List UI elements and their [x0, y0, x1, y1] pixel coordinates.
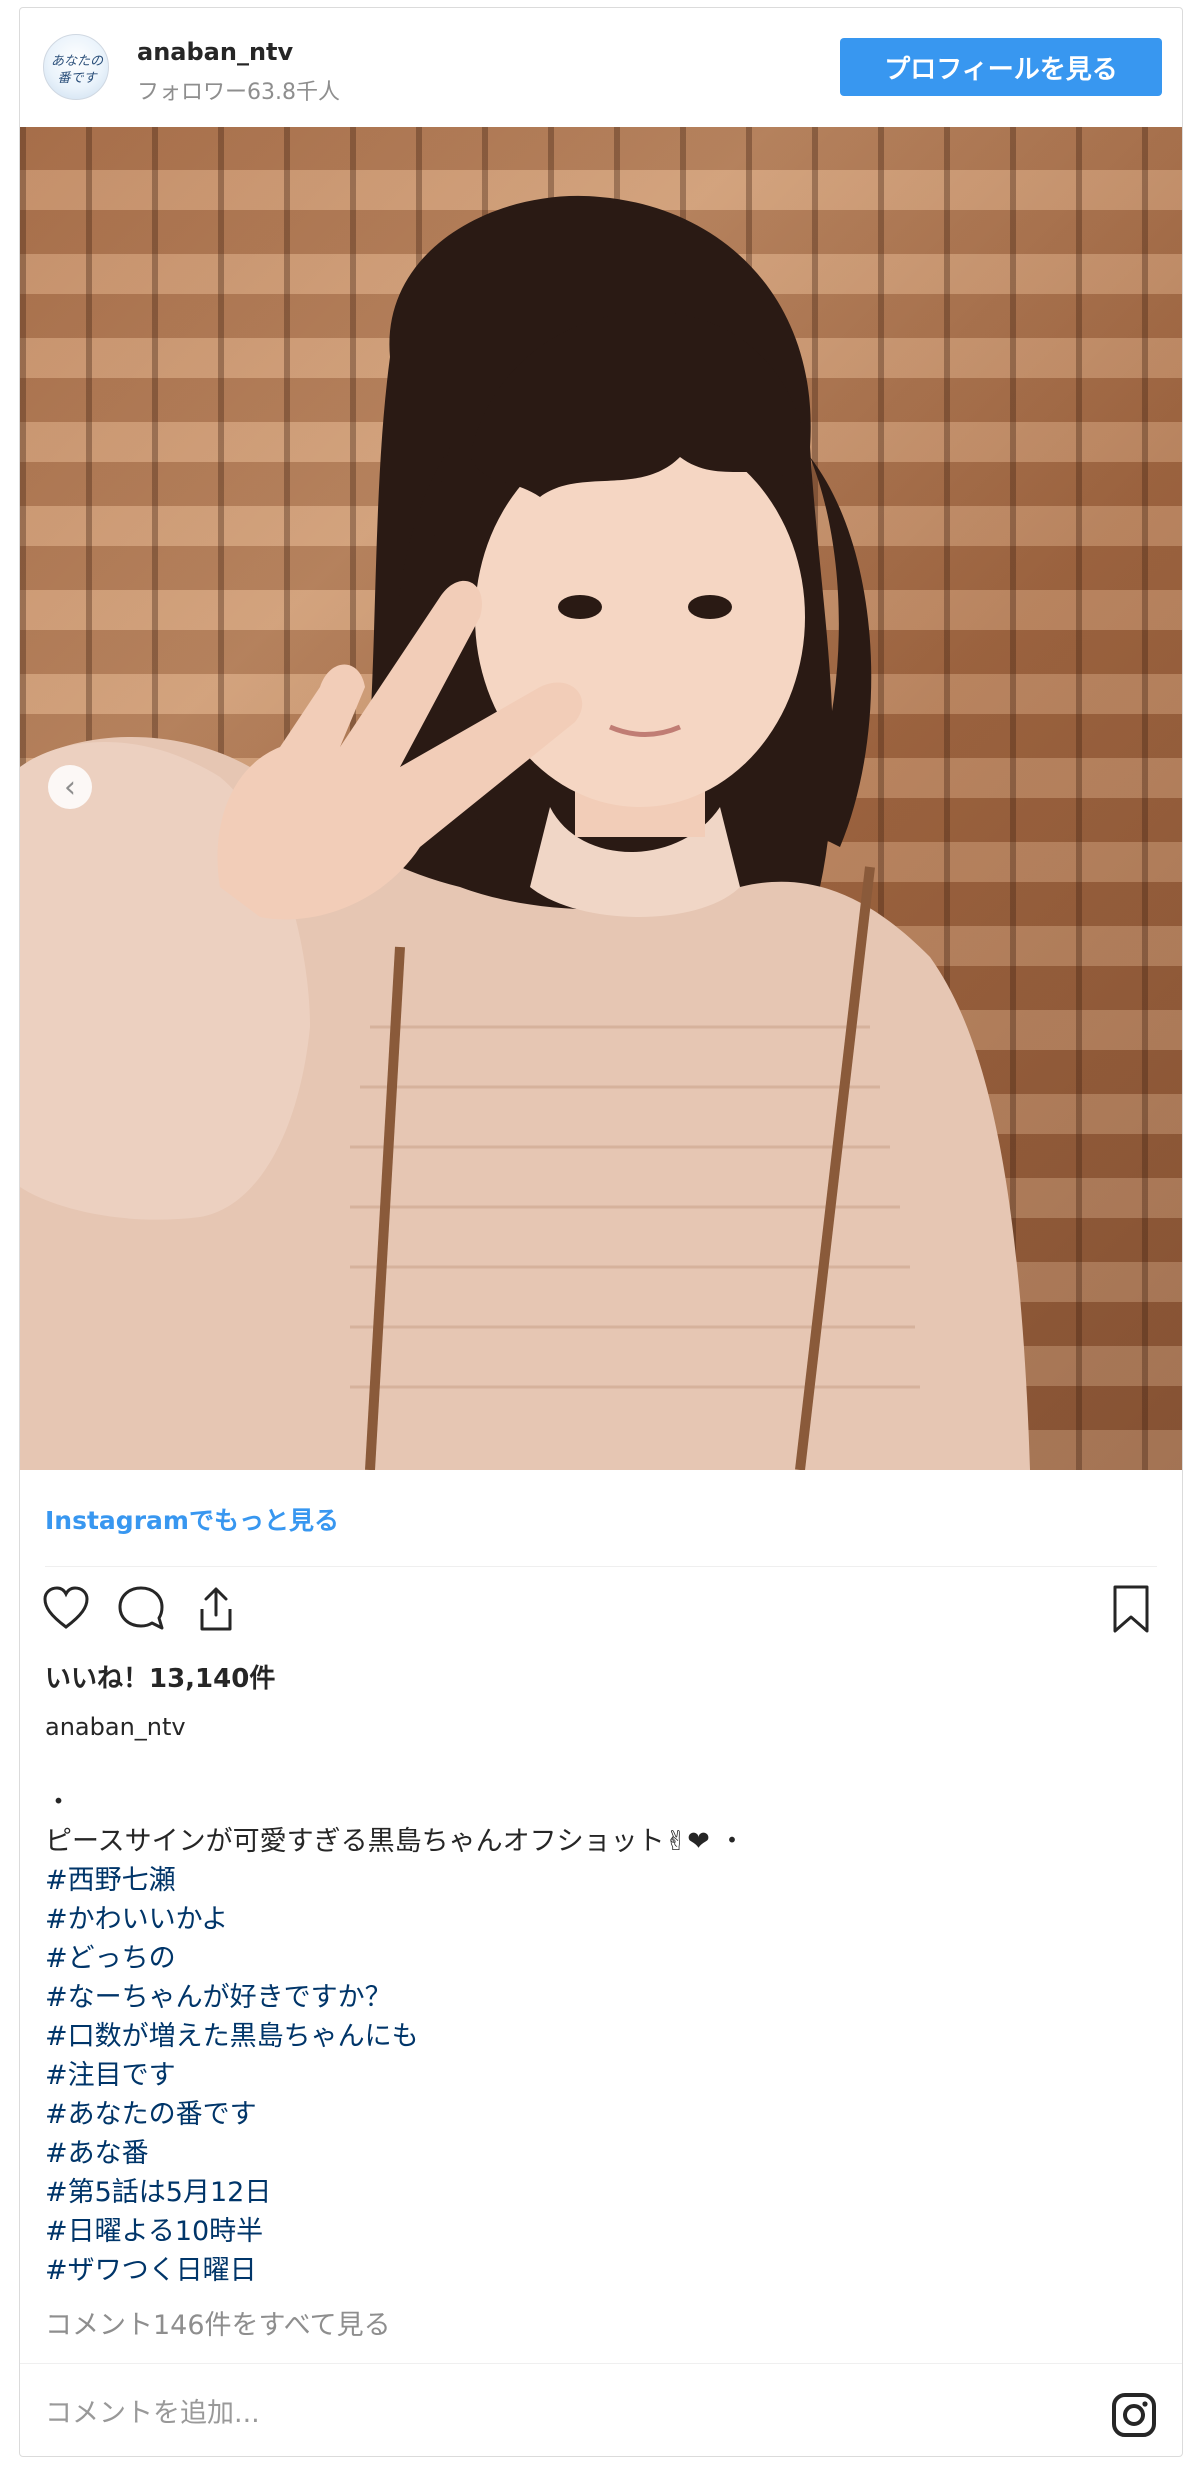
like-count[interactable]: いいね！13,140件	[45, 1658, 275, 1695]
divider	[20, 2363, 1182, 2364]
account-username[interactable]: anaban_ntv	[137, 38, 293, 66]
bookmark-icon[interactable]	[1105, 1583, 1157, 1635]
hashtag[interactable]: #どっちの	[45, 1939, 1145, 1978]
caption-line: ・	[45, 1787, 72, 1818]
comment-input[interactable]	[45, 2383, 1045, 2443]
avatar[interactable]: あなたの 番です	[43, 34, 109, 100]
hashtag[interactable]: #ザワつく日曜日	[45, 2251, 1145, 2290]
view-all-comments-link[interactable]: コメント146件をすべて見る	[45, 2303, 391, 2342]
hashtag[interactable]: #口数が増えた黒島ちゃんにも	[45, 2017, 1145, 2056]
svg-text:あなたの: あなたの	[51, 53, 104, 68]
instagram-embed-card: あなたの 番です anaban_ntv フォロワー63.8千人 プロフィールを見…	[19, 7, 1183, 2457]
hashtag[interactable]: #あな番	[45, 2134, 1145, 2173]
hashtag[interactable]: #なーちゃんが好きですか？	[45, 1978, 1145, 2017]
post-photo[interactable]: ‹	[20, 127, 1182, 1470]
view-more-on-instagram-link[interactable]: Instagramでもっと見る	[45, 1501, 339, 1537]
view-profile-button[interactable]: プロフィールを見る	[840, 38, 1162, 96]
comment-icon[interactable]	[115, 1583, 167, 1635]
hashtag[interactable]: #かわいいかよ	[45, 1900, 1145, 1939]
chevron-left-icon: ‹	[64, 769, 76, 805]
caption-line: ピースサインが可愛すぎる黒島ちゃんオフショット✌❤ ・	[45, 1826, 746, 1857]
caption-text: ・ ピースサインが可愛すぎる黒島ちゃんオフショット✌❤ ・ #西野七瀬 #かわい…	[45, 1783, 1145, 2290]
follower-count: フォロワー63.8千人	[137, 80, 340, 105]
hashtag[interactable]: #注目です	[45, 2056, 1145, 2095]
anaban-logo-avatar: あなたの 番です	[51, 53, 104, 85]
carousel-prev-button[interactable]: ‹	[48, 765, 92, 809]
share-icon[interactable]	[190, 1583, 242, 1635]
action-bar	[20, 1583, 1182, 1643]
hashtag[interactable]: #第5話は5月12日	[45, 2173, 1145, 2212]
hashtag[interactable]: #日曜よる10時半	[45, 2212, 1145, 2251]
hashtag[interactable]: #あなたの番です	[45, 2095, 1145, 2134]
heart-icon[interactable]	[40, 1583, 92, 1635]
post-header: あなたの 番です anaban_ntv フォロワー63.8千人 プロフィールを見…	[20, 8, 1182, 126]
instagram-icon[interactable]	[1110, 2391, 1158, 2439]
svg-text:番です: 番です	[57, 70, 98, 85]
hashtag[interactable]: #西野七瀬	[45, 1861, 1145, 1900]
divider	[45, 1566, 1157, 1567]
caption-username[interactable]: anaban_ntv	[45, 1713, 186, 1741]
photo-illustration	[20, 195, 1030, 1470]
